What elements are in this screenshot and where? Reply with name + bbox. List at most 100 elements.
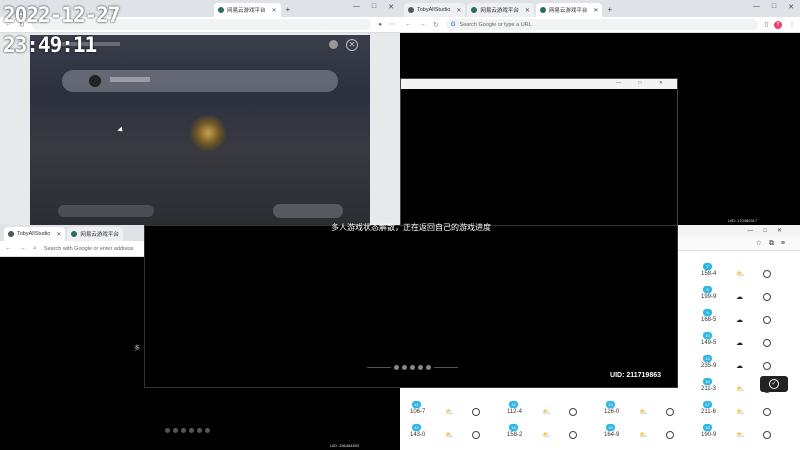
select-radio[interactable] bbox=[763, 362, 771, 370]
uid-label: UID: 156484893 bbox=[330, 443, 360, 448]
list-item[interactable]: 14 235-9 ☁ bbox=[696, 354, 788, 377]
sidebar-icon[interactable]: ▯ bbox=[765, 21, 768, 28]
new-tab-button[interactable]: + bbox=[286, 3, 291, 17]
list-item[interactable]: 13 126-0 ⛅ bbox=[599, 400, 691, 423]
select-radio[interactable] bbox=[763, 293, 771, 301]
cloud-outline-icon[interactable]: ⛅ bbox=[542, 408, 551, 416]
tab-netease-2[interactable]: 网易云游戏平台 ✕ bbox=[535, 3, 603, 17]
cloud-filled-icon[interactable]: ☁ bbox=[736, 316, 743, 324]
game-dropdown[interactable] bbox=[58, 205, 154, 217]
cloud-outline-icon[interactable]: ⛅ bbox=[445, 408, 454, 416]
slot-badge: 7 bbox=[703, 263, 712, 270]
select-radio[interactable] bbox=[763, 270, 771, 278]
cloud-outline-icon[interactable]: ⛅ bbox=[639, 408, 648, 416]
menu-icon[interactable]: ⋯ bbox=[389, 21, 395, 28]
close-window-button[interactable]: ✕ bbox=[388, 3, 394, 11]
select-radio[interactable] bbox=[569, 431, 577, 439]
close-icon[interactable]: ✕ bbox=[346, 39, 358, 51]
list-item[interactable]: 11 106-7 ⛅ bbox=[405, 400, 497, 423]
close-tab-icon[interactable]: ✕ bbox=[56, 231, 61, 238]
bottom-decoration-icons bbox=[165, 428, 210, 433]
cloud-outline-icon[interactable]: ⛅ bbox=[736, 408, 745, 416]
list-item[interactable]: 18 190-9 ⛅ bbox=[696, 423, 788, 446]
list-item[interactable]: 16 164-9 ⛅ bbox=[599, 423, 691, 446]
game-window-overlay[interactable]: 多人游戏状态解散，正在返回自己的游戏进度 UID: 211719863 bbox=[144, 223, 678, 388]
maximize-button[interactable]: □ bbox=[772, 3, 776, 11]
cloud-outline-icon[interactable]: ⛅ bbox=[736, 385, 745, 393]
new-tab-button[interactable]: + bbox=[607, 3, 612, 17]
cloud-outline-icon[interactable]: ⛅ bbox=[639, 431, 648, 439]
slot-value: 211-3 bbox=[701, 386, 716, 392]
confirm-button[interactable]: ✓ bbox=[760, 376, 788, 392]
profile-icon[interactable]: ● bbox=[378, 22, 382, 28]
cloud-filled-icon[interactable]: ☁ bbox=[736, 362, 743, 370]
back-icon[interactable]: ← bbox=[405, 21, 412, 28]
tab-tobyallstudio[interactable]: TobyAllStudio ✕ bbox=[404, 3, 466, 17]
slot-badge: 16 bbox=[606, 424, 615, 431]
tab-netease-cloud-game[interactable]: 网易云游戏平台 ✕ bbox=[214, 3, 281, 17]
studio-favicon-icon bbox=[8, 231, 14, 237]
partial-text: 多 bbox=[134, 346, 141, 352]
tab-netease[interactable]: 网易云游戏平台 bbox=[67, 227, 123, 241]
cloud-outline-icon[interactable]: ⛅ bbox=[445, 431, 454, 439]
minimize-button[interactable]: — bbox=[353, 3, 360, 11]
tab-label: 网易云游戏平台 bbox=[480, 8, 519, 14]
address-bar[interactable]: G Search Google or type a URL bbox=[445, 19, 758, 30]
cloud-filled-icon[interactable]: ☁ bbox=[736, 293, 743, 301]
select-radio[interactable] bbox=[472, 431, 480, 439]
list-item[interactable]: 10 149-5 ☁ bbox=[696, 331, 788, 354]
netease-favicon-icon bbox=[471, 7, 478, 13]
slot-value: 190-9 bbox=[701, 432, 717, 438]
list-item[interactable]: 7 158-4 ⛅ bbox=[696, 262, 788, 285]
select-radio[interactable] bbox=[569, 408, 577, 416]
cloud-outline-icon[interactable]: ⛅ bbox=[736, 431, 745, 439]
menu-icon[interactable]: ⋮ bbox=[789, 21, 795, 28]
slot-badge: 11 bbox=[412, 401, 421, 408]
close-tab-icon[interactable]: ✕ bbox=[272, 7, 277, 14]
list-item[interactable]: 9 168-5 ☁ bbox=[696, 308, 788, 331]
forward-icon[interactable]: → bbox=[419, 21, 426, 28]
netease-favicon-icon bbox=[539, 7, 546, 13]
cloud-filled-icon[interactable]: ☁ bbox=[736, 339, 743, 347]
close-tab-icon[interactable]: ✕ bbox=[525, 7, 530, 14]
list-item[interactable]: 12 112-4 ⛅ bbox=[502, 400, 594, 423]
slot-badge: 12 bbox=[509, 401, 518, 408]
list-item[interactable]: 14 143-0 ⛅ bbox=[405, 423, 497, 446]
slot-badge: 17 bbox=[703, 401, 712, 408]
list-item[interactable]: 15 158-2 ⛅ bbox=[502, 423, 594, 446]
game-action-button[interactable] bbox=[273, 204, 343, 218]
select-radio[interactable] bbox=[763, 339, 771, 347]
game-viewport[interactable]: ✕ bbox=[30, 35, 370, 225]
toolbar-icons[interactable]: ☆⧉≡ bbox=[756, 239, 792, 248]
slot-value: 106-7 bbox=[410, 409, 426, 415]
tab-netease-1[interactable]: 网易云游戏平台 ✕ bbox=[467, 3, 534, 17]
slot-badge: 8 bbox=[703, 286, 712, 293]
refresh-icon[interactable]: ↻ bbox=[433, 21, 439, 29]
tab-label: 网易云游戏平台 bbox=[227, 8, 266, 14]
address-placeholder[interactable]: Search with Google or enter address bbox=[44, 246, 134, 252]
window-controls[interactable]: — □ ✕ bbox=[616, 80, 671, 86]
select-radio[interactable] bbox=[763, 408, 771, 416]
select-radio[interactable] bbox=[666, 431, 674, 439]
player-search-bar[interactable] bbox=[62, 70, 338, 92]
select-radio[interactable] bbox=[763, 431, 771, 439]
list-item[interactable]: 8 199-9 ☁ bbox=[696, 285, 788, 308]
avatar[interactable]: T bbox=[774, 20, 782, 29]
cloud-outline-icon[interactable]: ⛅ bbox=[542, 431, 551, 439]
help-icon[interactable] bbox=[329, 40, 338, 49]
select-radio[interactable] bbox=[472, 408, 480, 416]
list-item[interactable]: 17 211-6 ⛅ bbox=[696, 400, 788, 423]
select-radio[interactable] bbox=[666, 408, 674, 416]
back-icon[interactable]: ← bbox=[5, 245, 12, 252]
player-name bbox=[110, 77, 150, 82]
select-radio[interactable] bbox=[763, 316, 771, 324]
cloud-outline-icon[interactable]: ⛅ bbox=[736, 270, 745, 278]
timestamp-overlay: 2022-12-27 23:49:11 bbox=[3, 3, 120, 57]
close-tab-icon[interactable]: ✕ bbox=[593, 7, 598, 14]
tab-tobyallstudio[interactable]: TobyAllStudio ✕ bbox=[4, 227, 66, 241]
close-window-button[interactable]: ✕ bbox=[788, 3, 794, 11]
maximize-button[interactable]: □ bbox=[372, 3, 376, 11]
close-tab-icon[interactable]: ✕ bbox=[456, 7, 461, 14]
minimize-button[interactable]: — bbox=[753, 3, 760, 11]
forward-icon[interactable]: → bbox=[19, 245, 26, 252]
